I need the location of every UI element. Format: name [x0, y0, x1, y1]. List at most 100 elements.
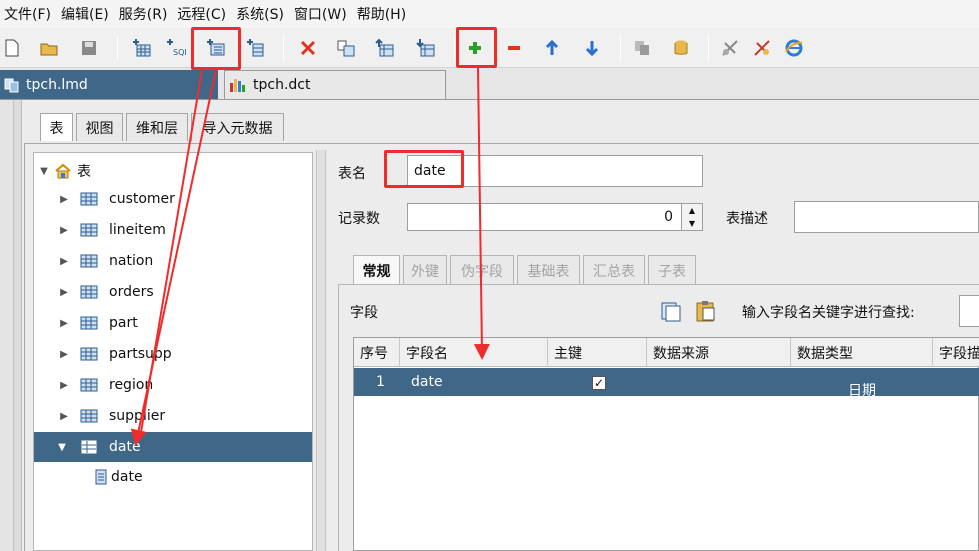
table-name-label: 表名: [338, 166, 366, 182]
doc-tab-label: tpch.lmd: [26, 76, 88, 93]
add-table-icon[interactable]: [130, 36, 154, 60]
expanded-arrow-icon[interactable]: ▼: [38, 166, 50, 177]
tree-item-lineitem[interactable]: ▶ lineitem: [34, 215, 312, 245]
field-search-input[interactable]: [959, 295, 979, 327]
table-row[interactable]: 1 date ✓ 日期: [354, 368, 979, 399]
database-icon[interactable]: [669, 36, 693, 60]
panel-splitter[interactable]: [316, 150, 326, 551]
export-table-icon[interactable]: [414, 36, 438, 60]
col-index[interactable]: 序号: [354, 338, 400, 367]
collapse-handle[interactable]: [14, 100, 22, 551]
tab-table[interactable]: 表: [40, 113, 73, 141]
col-data-type[interactable]: 数据类型: [791, 338, 933, 367]
field-icon: [95, 469, 107, 485]
tree-item-label: supplier: [109, 408, 166, 424]
collapsed-arrow-icon[interactable]: ▶: [58, 411, 70, 422]
doc-tab-tpch-dct[interactable]: tpch.dct: [224, 70, 446, 99]
menu-window[interactable]: 窗口(W): [294, 4, 347, 24]
spin-up-icon[interactable]: ▲: [682, 204, 702, 217]
expanded-arrow-icon[interactable]: ▼: [56, 442, 68, 453]
tree-item-region[interactable]: ▶ region: [34, 370, 312, 400]
tree-root[interactable]: ▼ 表: [34, 156, 312, 186]
record-count-spinner[interactable]: ▲ ▼: [681, 203, 703, 231]
col-field-name[interactable]: 字段名: [400, 338, 548, 367]
tab-import-metadata[interactable]: 导入元数据: [191, 113, 284, 141]
field-search-label: 输入字段名关键字进行查找:: [742, 305, 915, 321]
rename-table-icon[interactable]: [334, 36, 358, 60]
save-icon[interactable]: [77, 36, 101, 60]
tree-item-partsupp[interactable]: ▶ partsupp: [34, 339, 312, 369]
collapsed-arrow-icon[interactable]: ▶: [58, 287, 70, 298]
cell-index: 1: [376, 374, 385, 390]
record-count-input[interactable]: 0: [407, 203, 682, 231]
tree-root-label: 表: [77, 164, 91, 180]
collapsed-arrow-icon[interactable]: ▶: [58, 380, 70, 391]
primary-key-checkbox[interactable]: ✓: [592, 376, 606, 390]
tree-item-customer[interactable]: ▶ customer: [34, 184, 312, 214]
menu-system[interactable]: 系统(S): [236, 4, 284, 24]
subtab-child-table[interactable]: 子表: [648, 255, 696, 285]
subtab-pseudo-field[interactable]: 伪字段: [450, 255, 514, 285]
table-icon: [80, 347, 98, 361]
move-up-icon[interactable]: [540, 36, 564, 60]
highlight-add-table: [191, 27, 241, 70]
tree-item-date-field[interactable]: date: [34, 462, 312, 492]
collapsed-arrow-icon[interactable]: ▶: [58, 194, 70, 205]
add-column-icon[interactable]: [244, 36, 268, 60]
col-data-source[interactable]: 数据来源: [647, 338, 791, 367]
menu-service[interactable]: 服务(R): [119, 4, 168, 24]
table-icon: [80, 316, 98, 330]
cell-data-type[interactable]: 日期: [848, 376, 876, 404]
record-count-label: 记录数: [338, 211, 380, 227]
tree-item-part[interactable]: ▶ part: [34, 308, 312, 338]
copy-fields-icon[interactable]: [659, 299, 683, 323]
tree-item-orders[interactable]: ▶ orders: [34, 277, 312, 307]
cell-field-name[interactable]: date: [411, 368, 443, 396]
menu-edit[interactable]: 编辑(E): [61, 4, 109, 24]
collapsed-arrow-icon[interactable]: ▶: [58, 349, 70, 360]
menu-file[interactable]: 文件(F): [4, 4, 51, 24]
table-icon: [80, 378, 98, 392]
table-description-input[interactable]: [794, 201, 979, 233]
tab-view[interactable]: 视图: [76, 113, 123, 141]
subtab-general[interactable]: 常规: [353, 255, 400, 285]
doc-tab-tpch-lmd[interactable]: tpch.lmd: [0, 70, 218, 99]
menu-remote[interactable]: 远程(C): [177, 4, 226, 24]
tree-item-nation[interactable]: ▶ nation: [34, 246, 312, 276]
paste-fields-icon[interactable]: [694, 299, 718, 323]
tree-item-supplier[interactable]: ▶ supplier: [34, 401, 312, 431]
new-file-icon[interactable]: [0, 36, 24, 60]
move-down-icon[interactable]: [580, 36, 604, 60]
menu-bar: 文件(F) 编辑(E) 服务(R) 远程(C) 系统(S) 窗口(W) 帮助(H…: [0, 0, 979, 28]
browser-icon[interactable]: [782, 36, 806, 60]
col-field-desc[interactable]: 字段描: [933, 338, 979, 367]
tree-item-date-selected[interactable]: ▼ date: [34, 432, 312, 462]
collapsed-arrow-icon[interactable]: ▶: [58, 225, 70, 236]
open-folder-icon[interactable]: [37, 36, 61, 60]
spin-down-icon[interactable]: ▼: [682, 217, 702, 230]
subtab-base-table[interactable]: 基础表: [517, 255, 580, 285]
copy-icon[interactable]: [630, 36, 654, 60]
table-icon: [80, 254, 98, 268]
tree-item-label: orders: [109, 284, 154, 300]
tool-disabled-icon[interactable]: [718, 36, 742, 60]
tree-item-label: lineitem: [109, 222, 166, 238]
collapsed-arrow-icon[interactable]: ▶: [58, 256, 70, 267]
subtab-summary-table[interactable]: 汇总表: [583, 255, 645, 285]
collapsed-arrow-icon[interactable]: ▶: [58, 318, 70, 329]
remove-field-minus-icon[interactable]: [502, 36, 526, 60]
menu-help[interactable]: 帮助(H): [357, 4, 406, 24]
fields-grid: 序号 字段名 主键 数据来源 数据类型 字段描 1 date ✓ 日期: [353, 337, 979, 551]
tab-dimension-layer[interactable]: 维和层: [126, 113, 188, 141]
delete-icon[interactable]: [296, 36, 320, 60]
add-sql-table-icon[interactable]: SQL: [164, 36, 188, 60]
tree-item-label: region: [109, 377, 154, 393]
col-primary-key[interactable]: 主键: [548, 338, 647, 367]
table-icon: [81, 440, 97, 454]
tool-icon[interactable]: [750, 36, 774, 60]
table-icon: [80, 285, 98, 299]
tree-item-label: date: [111, 469, 143, 485]
subtab-foreign-key[interactable]: 外键: [403, 255, 447, 285]
import-table-icon[interactable]: [373, 36, 397, 60]
tree-item-label: date: [109, 439, 141, 455]
